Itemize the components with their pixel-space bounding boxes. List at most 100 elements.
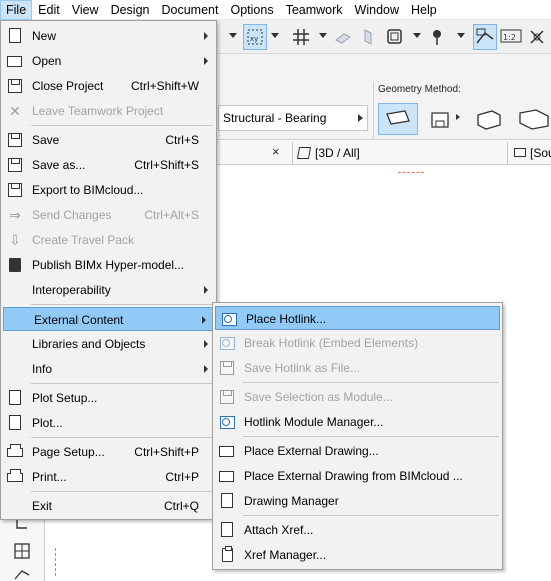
tab-3d-label: [3D / All]: [315, 146, 360, 160]
menu-item-label: Leave Teamwork Project: [32, 104, 164, 118]
break-hotlink-icon: [220, 337, 235, 350]
close-icon[interactable]: ×: [272, 144, 280, 159]
plane-icon[interactable]: [333, 27, 353, 47]
menu-item-label: Send Changes: [32, 208, 112, 222]
structural-function-value: Structural - Bearing: [223, 111, 327, 125]
menu-file[interactable]: File: [0, 0, 33, 20]
menu-item-export-bimcloud[interactable]: Export to BIMcloud...: [2, 178, 215, 202]
menu-window[interactable]: Window: [349, 0, 405, 20]
menu-item-interoperability[interactable]: Interoperability: [2, 278, 215, 302]
external-content-submenu: Place Hotlink... Break Hotlink (Embed El…: [212, 302, 503, 570]
stair-icon[interactable]: [13, 568, 31, 580]
structural-function-select[interactable]: Structural - Bearing: [218, 105, 368, 131]
menu-item-place-hotlink[interactable]: Place Hotlink...: [215, 306, 500, 330]
menu-item-save-module[interactable]: Save Selection as Module...: [214, 385, 501, 409]
menu-options[interactable]: Options: [224, 0, 279, 20]
menu-separator: [31, 125, 213, 126]
menu-item-break-hotlink[interactable]: Break Hotlink (Embed Elements): [214, 331, 501, 355]
grid-element-icon[interactable]: [13, 542, 31, 560]
menu-item-new[interactable]: New: [2, 24, 215, 48]
trace-reference-button[interactable]: [473, 24, 497, 50]
menu-item-plot-setup[interactable]: Plot Setup...: [2, 386, 215, 410]
print-icon: [7, 469, 23, 482]
menu-item-hotlink-manager[interactable]: Hotlink Module Manager...: [214, 410, 501, 434]
menu-item-shortcut: Ctrl+P: [165, 470, 199, 484]
menu-edit[interactable]: Edit: [32, 0, 66, 20]
menu-item-publish-bimx[interactable]: Publish BIMx Hyper-model...: [2, 253, 215, 277]
plot-icon: [9, 415, 21, 430]
menu-item-save[interactable]: Save Ctrl+S: [2, 128, 215, 152]
menu-item-label: Publish BIMx Hyper-model...: [32, 258, 185, 272]
menu-item-plot[interactable]: Plot...: [2, 411, 215, 435]
menu-item-leave-teamwork[interactable]: ✕ Leave Teamwork Project: [2, 99, 215, 123]
divider: [44, 512, 45, 581]
geometry-method-label: Geometry Method:: [378, 84, 461, 95]
save-as-icon: [8, 158, 22, 172]
menu-teamwork[interactable]: Teamwork: [280, 0, 349, 20]
menu-item-save-as[interactable]: Save as... Ctrl+Shift+S: [2, 153, 215, 177]
menu-item-label: Info: [32, 362, 53, 376]
chevron-down-icon[interactable]: [319, 33, 327, 38]
menu-item-label: Interoperability: [32, 283, 111, 297]
menu-item-drawing-manager[interactable]: Drawing Manager: [214, 489, 501, 513]
menu-item-info[interactable]: Info: [2, 357, 215, 381]
geometry-method-polygon-button[interactable]: [514, 103, 551, 135]
menu-item-open[interactable]: Open: [2, 49, 215, 73]
menu-item-save-hotlink[interactable]: Save Hotlink as File...: [214, 356, 501, 380]
send-changes-icon: ⇒: [9, 207, 21, 223]
menu-item-shortcut: Ctrl+S: [165, 133, 199, 147]
scale-icon[interactable]: 1:2: [500, 27, 522, 47]
menu-item-place-external-drawing-bimcloud[interactable]: Place External Drawing from BIMcloud ...: [214, 464, 501, 488]
menu-item-send-changes[interactable]: ⇒ Send Changes Ctrl+Alt+S: [2, 203, 215, 227]
standard-toolbar: xy 1:2: [215, 20, 551, 54]
geometry-method-trapezoid-button[interactable]: [424, 103, 464, 135]
menu-item-label: Break Hotlink (Embed Elements): [244, 336, 419, 350]
geometry-method-straight-button[interactable]: [378, 103, 418, 135]
menu-item-label: Open: [32, 54, 62, 68]
save-icon: [8, 133, 22, 147]
menu-item-close-project[interactable]: Close Project Ctrl+Shift+W: [2, 74, 215, 98]
plot-setup-icon: [9, 390, 21, 405]
menu-item-attach-xref[interactable]: Attach Xref...: [214, 518, 501, 542]
coordinate-input-button[interactable]: xy: [243, 24, 267, 50]
attach-xref-icon: [221, 522, 233, 537]
menu-item-xref-manager[interactable]: Xref Manager...: [214, 543, 501, 567]
menu-item-label: Exit: [32, 499, 53, 513]
chevron-down-icon[interactable]: [229, 33, 237, 38]
menu-separator: [243, 382, 499, 383]
menu-item-label: Close Project: [32, 79, 104, 93]
chevron-down-icon[interactable]: [271, 33, 279, 38]
place-hotlink-icon: [222, 313, 237, 326]
menu-view[interactable]: View: [66, 0, 105, 20]
menu-item-label: Save Hotlink as File...: [244, 361, 361, 375]
menu-item-exit[interactable]: Exit Ctrl+Q: [2, 494, 215, 518]
tab-3d-view[interactable]: [3D / All]: [292, 142, 508, 164]
menu-item-travel-pack[interactable]: ⇩ Create Travel Pack: [2, 228, 215, 252]
close-project-icon: [8, 79, 22, 93]
svg-text:1:2: 1:2: [503, 33, 516, 42]
menu-item-label: Save as...: [32, 158, 86, 172]
grid-snap-icon[interactable]: [291, 27, 311, 47]
menu-document[interactable]: Document: [156, 0, 225, 20]
crosshair-icon[interactable]: [527, 27, 547, 47]
chevron-down-icon[interactable]: [457, 33, 465, 38]
layer-icon[interactable]: [385, 27, 405, 47]
menu-item-print[interactable]: Print... Ctrl+P: [2, 465, 215, 489]
menu-item-page-setup[interactable]: Page Setup... Ctrl+Shift+P: [2, 440, 215, 464]
menu-item-libraries-objects[interactable]: Libraries and Objects: [2, 332, 215, 356]
file-menu: New Open Close Project Ctrl+Shift+W ✕ Le…: [0, 20, 217, 520]
pin-icon[interactable]: [427, 27, 447, 47]
vertical-plane-icon[interactable]: [358, 27, 378, 47]
tab-section-view[interactable]: [Sou: [510, 142, 551, 164]
menu-item-place-external-drawing[interactable]: Place External Drawing...: [214, 439, 501, 463]
menu-design[interactable]: Design: [105, 0, 156, 20]
geometry-method-slanted-button[interactable]: [470, 103, 510, 135]
menu-item-label: Print...: [32, 470, 67, 484]
menu-separator: [243, 436, 499, 437]
menu-help[interactable]: Help: [405, 0, 443, 20]
menu-item-label: External Content: [34, 313, 124, 327]
page-setup-icon: [7, 444, 23, 457]
chevron-down-icon[interactable]: [413, 33, 421, 38]
chevron-right-icon: [358, 114, 363, 122]
menu-item-external-content[interactable]: External Content: [3, 307, 214, 331]
